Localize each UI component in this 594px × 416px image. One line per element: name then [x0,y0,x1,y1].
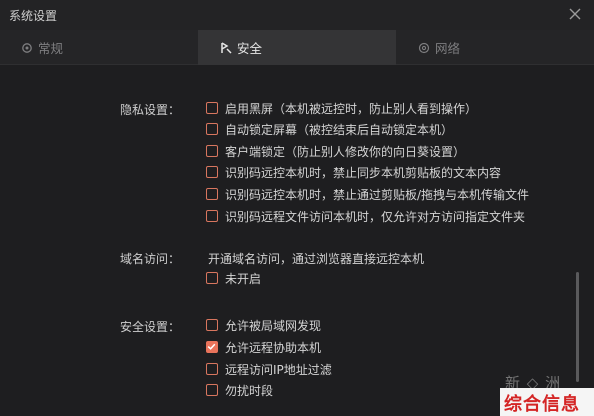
domain-section-label: 域名访问： [120,252,181,266]
security-option-dnd[interactable]: 勿扰时段 [206,382,273,398]
checkbox[interactable] [206,102,218,114]
tab-label: 网络 [435,41,461,56]
close-icon[interactable] [566,5,584,23]
security-option-remote-assist[interactable]: 允许远程协助本机 [206,339,321,355]
badge-text: 综合信息 [504,394,580,415]
privacy-option-folder-access[interactable]: 识别码远程文件访问本机时，仅允许对方访问指定文件夹 [206,208,525,224]
privacy-option-blackscreen[interactable]: 启用黑屏（本机被远控时，防止别人看到操作） [206,100,477,116]
privacy-option-autolock[interactable]: 自动锁定屏幕（被控结束后自动锁定本机） [206,121,453,137]
option-label: 远程访问IP地址过滤 [225,362,332,377]
option-label: 识别码远程文件访问本机时，仅允许对方访问指定文件夹 [225,209,526,224]
checkbox-checked[interactable] [206,341,218,353]
option-label: 启用黑屏（本机被远控时，防止别人看到操作） [225,101,478,116]
checkbox[interactable] [206,145,218,157]
option-label: 勿扰时段 [225,383,274,398]
option-label: 客户端锁定（防止别人修改你的向日葵设置） [225,144,466,159]
option-label: 允许远程协助本机 [225,340,322,355]
option-label: 识别码远控本机时，禁止通过剪贴板/拖拽与本机传输文件 [225,187,530,202]
title-bar: 系统设置 [0,0,594,30]
gear-icon [20,41,34,55]
privacy-option-clipboard-text[interactable]: 识别码远控本机时，禁止同步本机剪贴板的文本内容 [206,164,501,180]
tab-label: 安全 [237,41,263,56]
settings-window: 系统设置 常规 安全 网络 隐私设置： 启用黑屏（本机被远控时，防止别人看到操作… [0,0,594,416]
checkbox[interactable] [206,188,218,200]
window-title: 系统设置 [9,9,58,23]
tab-bar: 常规 安全 网络 [0,30,594,65]
security-option-lan-discovery[interactable]: 允许被局域网发现 [206,317,321,333]
tab-network[interactable]: 网络 [396,30,594,65]
check-icon [207,343,216,350]
checkbox[interactable] [206,272,218,284]
option-label: 自动锁定屏幕（被控结束后自动锁定本机） [225,122,454,137]
checkbox[interactable] [206,384,218,396]
privacy-section-label: 隐私设置： [120,103,181,117]
checkbox[interactable] [206,210,218,222]
option-label: 识别码远控本机时，禁止同步本机剪贴板的文本内容 [225,165,502,180]
domain-description: 开通域名访问，通过浏览器直接远控本机 [208,252,425,266]
security-option-ip-filter[interactable]: 远程访问IP地址过滤 [206,361,332,377]
privacy-option-clientlock[interactable]: 客户端锁定（防止别人修改你的向日葵设置） [206,143,465,159]
network-icon [417,41,431,55]
scrollbar[interactable] [576,272,579,382]
privacy-option-clipboard-files[interactable]: 识别码远控本机时，禁止通过剪贴板/拖拽与本机传输文件 [206,186,529,202]
shield-icon [219,41,233,55]
tab-general[interactable]: 常规 [0,30,198,65]
option-label: 未开启 [225,271,262,286]
domain-option-status[interactable]: 未开启 [206,270,261,286]
settings-content: 隐私设置： 启用黑屏（本机被远控时，防止别人看到操作） 自动锁定屏幕（被控结束后… [0,66,594,416]
option-label: 允许被局域网发现 [225,318,322,333]
checkbox[interactable] [206,166,218,178]
checkbox[interactable] [206,123,218,135]
tab-security[interactable]: 安全 [198,30,396,65]
checkbox[interactable] [206,363,218,375]
tab-label: 常规 [38,41,64,56]
checkbox[interactable] [206,319,218,331]
security-section-label: 安全设置： [120,320,181,334]
overlay-badge: 综合信息 [500,388,594,416]
